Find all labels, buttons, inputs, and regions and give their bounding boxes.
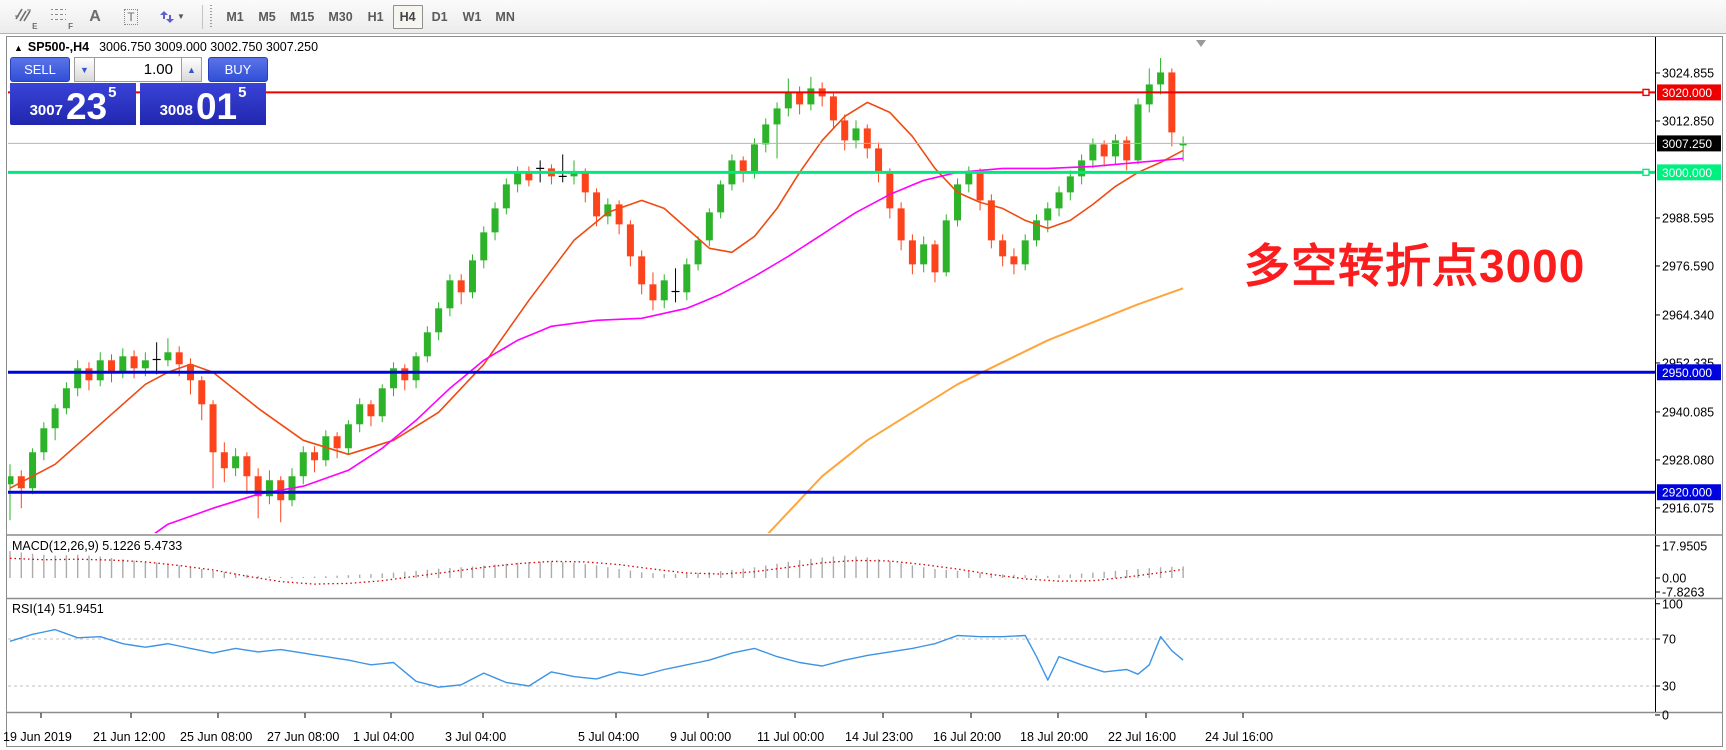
line-handle: [1643, 89, 1649, 95]
ohlc-values: 3006.750 3009.000 3002.750 3007.250: [99, 40, 318, 54]
rsi-axis-label: 30: [1662, 679, 1676, 693]
volume-decrease-button[interactable]: ▼: [74, 57, 94, 82]
ma-slow-line: [755, 288, 1184, 548]
svg-text:2950.000: 2950.000: [1662, 366, 1712, 380]
time-axis-label: 19 Jun 2019: [3, 730, 72, 744]
time-axis-label: 11 Jul 00:00: [757, 730, 824, 744]
macd-pane: [10, 551, 1183, 584]
rsi-axis-label: 100: [1662, 597, 1683, 611]
volume-input[interactable]: 1.00: [94, 57, 182, 82]
annotation-text: 多空转折点3000: [1244, 230, 1585, 296]
sell-price-display[interactable]: 3007 23 5: [10, 83, 136, 125]
one-click-trade-panel: SELL ▼ 1.00 ▲ BUY 3007 23 5 3008 01 5: [10, 56, 270, 125]
time-axis-label: 25 Jun 08:00: [180, 730, 252, 744]
time-axis-label: 21 Jun 12:00: [93, 730, 165, 744]
rsi-axis-label: 70: [1662, 633, 1676, 647]
sell-button[interactable]: SELL: [10, 57, 70, 82]
price-axis-label: 2988.595: [1662, 211, 1714, 225]
chart-shift-marker-icon: [1196, 40, 1206, 47]
price-axis-label: 3024.855: [1662, 67, 1714, 81]
rsi-pane: [8, 630, 1655, 688]
time-axis-label: 24 Jul 16:00: [1205, 730, 1273, 744]
chart-header: ▲ SP500-,H4 3006.750 3009.000 3002.750 300…: [14, 40, 318, 54]
rsi-line: [10, 630, 1183, 688]
time-axis: 19 Jun 2019 21 Jun 12:00 25 Jun 08:00 27 Ju…: [3, 713, 1273, 744]
time-axis-label: 14 Jul 23:00: [845, 730, 913, 744]
trading-terminal: E F A T ▼ M1M5M1: [0, 0, 1726, 750]
macd-axis-label: 0.00: [1662, 572, 1686, 586]
sell-price-sup: 5: [108, 85, 116, 100]
price-level-badge: 2950.000: [1657, 364, 1721, 380]
time-axis-label: 5 Jul 04:00: [578, 730, 639, 744]
trade-controls-row: SELL ▼ 1.00 ▲ BUY: [10, 56, 270, 83]
time-axis-label: 3 Jul 04:00: [445, 730, 506, 744]
ma-fast-line: [10, 102, 1183, 488]
sell-price-big: 23: [66, 92, 107, 122]
price-axis-label: 2976.590: [1662, 259, 1714, 273]
sell-price-small: 3007: [30, 103, 63, 122]
price-axis-label: 2964.340: [1662, 308, 1714, 322]
candlestick-pane: [7, 58, 1187, 548]
svg-text:3007.250: 3007.250: [1662, 137, 1712, 151]
price-axis-label: 2940.085: [1662, 405, 1714, 419]
svg-text:3000.000: 3000.000: [1662, 166, 1712, 180]
time-axis-label: 22 Jul 16:00: [1108, 730, 1176, 744]
price-axis-label: 3012.850: [1662, 114, 1714, 128]
buy-price-sup: 5: [238, 85, 246, 100]
symbol-label: SP500-,H4: [28, 40, 89, 54]
price-axis-label: 2928.080: [1662, 453, 1714, 467]
buy-price-display[interactable]: 3008 01 5: [140, 83, 266, 125]
time-axis-label: 9 Jul 00:00: [670, 730, 731, 744]
price-level-badge: 3000.000: [1657, 164, 1721, 180]
collapse-arrow-icon[interactable]: ▲: [14, 43, 23, 53]
macd-axis-label: 17.9505: [1662, 539, 1707, 553]
volume-increase-button[interactable]: ▲: [182, 57, 202, 82]
svg-text:3020.000: 3020.000: [1662, 86, 1712, 100]
macd-label: MACD(12,26,9) 5.1226 5.4733: [12, 539, 182, 553]
buy-price-small: 3008: [160, 103, 193, 122]
time-axis-label: 1 Jul 04:00: [353, 730, 414, 744]
time-axis-label: 27 Jun 08:00: [267, 730, 339, 744]
price-level-badge: 2920.000: [1657, 484, 1721, 500]
line-handle: [1643, 169, 1649, 175]
buy-button[interactable]: BUY: [208, 57, 268, 82]
rsi-label: RSI(14) 51.9451: [12, 602, 104, 616]
time-axis-label: 16 Jul 20:00: [933, 730, 1001, 744]
price-level-badge: 3007.250: [1657, 135, 1721, 151]
price-level-badge: 3020.000: [1657, 84, 1721, 100]
rsi-axis-label: 0: [1662, 709, 1669, 723]
svg-text:2920.000: 2920.000: [1662, 486, 1712, 500]
trade-prices-row: 3007 23 5 3008 01 5: [10, 83, 270, 125]
time-axis-label: 18 Jul 20:00: [1020, 730, 1088, 744]
price-axis-label: 2916.075: [1662, 501, 1714, 515]
buy-price-big: 01: [196, 92, 237, 122]
